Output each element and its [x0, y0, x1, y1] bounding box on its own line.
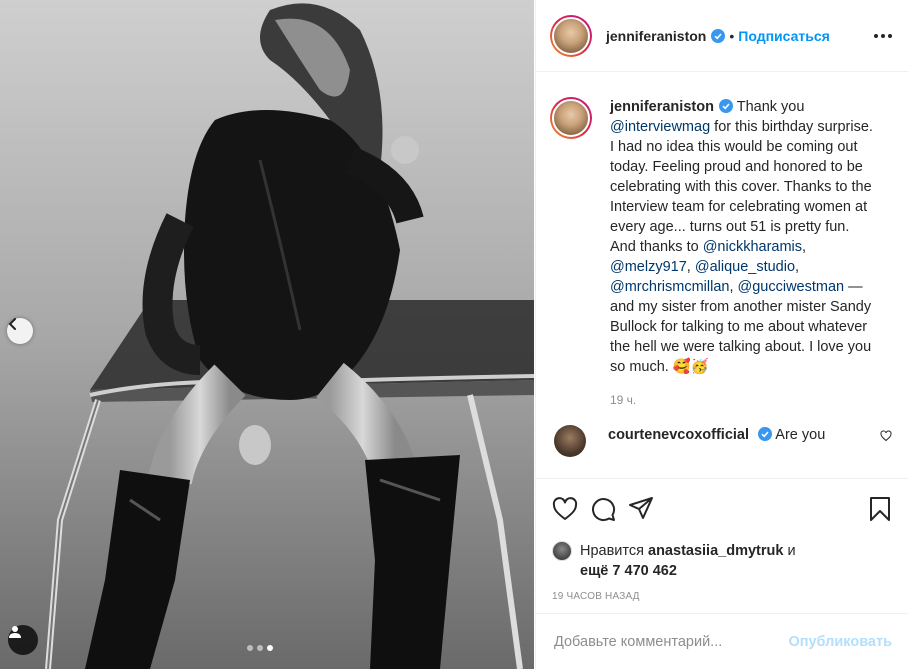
comment-input[interactable]: [554, 633, 789, 650]
likes-prefix: Нравится: [580, 543, 649, 559]
caption-part: for this birthday surprise. I had no ide…: [610, 119, 873, 255]
mention-link[interactable]: @nickkharamis: [703, 239, 802, 255]
mention-link[interactable]: @gucciwestman: [738, 279, 845, 295]
author-avatar[interactable]: [550, 14, 592, 57]
caption: jenniferaniston Thank you @interviewmag …: [550, 97, 892, 377]
posted-time[interactable]: 19 часов назад: [552, 591, 892, 602]
separator: •: [729, 27, 735, 44]
caption-time[interactable]: 19 ч.: [610, 393, 892, 407]
likes-count: 7 470 462: [612, 563, 677, 579]
verified-badge-icon: [718, 99, 733, 113]
publish-button[interactable]: Опубликовать: [788, 634, 892, 650]
caption-text: jenniferaniston Thank you @interviewmag …: [610, 97, 875, 377]
like-icon[interactable]: [552, 497, 578, 521]
verified-badge-icon: [758, 427, 773, 441]
commenter-username[interactable]: courtenevcoxofficial: [608, 427, 749, 443]
liker-avatar[interactable]: [552, 541, 572, 561]
chevron-left-icon: [8, 318, 16, 330]
post-header: jenniferaniston • Подписаться: [536, 0, 908, 72]
user-icon: [9, 626, 21, 638]
likes-count-link[interactable]: ещё 7 470 462: [580, 563, 677, 579]
caption-part: Thank you: [736, 99, 805, 115]
caption-part: ,: [795, 259, 800, 275]
likes-conjunction: и: [783, 543, 796, 559]
action-icons: [552, 493, 892, 525]
author-username[interactable]: jenniferaniston: [606, 28, 706, 44]
comment-icon[interactable]: [590, 496, 616, 522]
carousel-indicator: [247, 645, 273, 651]
likes-summary: Нравится anastasiia_dmytruk и ещё 7 470 …: [552, 541, 892, 581]
caption-author-avatar[interactable]: [550, 97, 592, 139]
mention-link[interactable]: @alique_studio: [695, 259, 795, 275]
mention-link[interactable]: @melzy917: [610, 259, 687, 275]
caption-author[interactable]: jenniferaniston: [610, 99, 714, 115]
comment-text: courtenevcoxofficial Are you: [608, 425, 825, 445]
comments-list[interactable]: jenniferaniston Thank you @interviewmag …: [536, 73, 908, 478]
comment-like-icon[interactable]: [880, 429, 892, 445]
liker-username[interactable]: anastasiia_dmytruk: [648, 543, 783, 559]
mention-link[interactable]: @mrchrismcmillan: [610, 279, 729, 295]
carousel-dot-active: [267, 645, 273, 651]
follow-button[interactable]: Подписаться: [738, 28, 830, 44]
post-photo[interactable]: [0, 0, 534, 669]
mention-link[interactable]: @interviewmag: [610, 119, 710, 135]
more-options-icon[interactable]: [874, 33, 892, 38]
tagged-users-button[interactable]: [8, 625, 38, 655]
post-sidebar: jenniferaniston • Подписаться jenniferan…: [535, 0, 908, 669]
share-icon[interactable]: [628, 496, 654, 522]
commenter-avatar[interactable]: [554, 425, 586, 457]
add-comment-bar: Опубликовать: [536, 613, 908, 669]
comment-item: courtenevcoxofficial Are you: [550, 425, 892, 457]
verified-badge-icon: [711, 28, 726, 43]
likes-more-prefix: ещё: [580, 563, 613, 579]
carousel-dot: [247, 645, 253, 651]
caption-part: ,: [729, 279, 738, 295]
save-bookmark-icon[interactable]: [868, 496, 892, 522]
comment-body: Are you: [775, 427, 826, 443]
carousel-dot: [257, 645, 263, 651]
carousel-prev-button[interactable]: [7, 318, 33, 344]
caption-part: ,: [686, 259, 695, 275]
photo-illustration: [0, 0, 534, 669]
caption-part: ,: [802, 239, 807, 255]
